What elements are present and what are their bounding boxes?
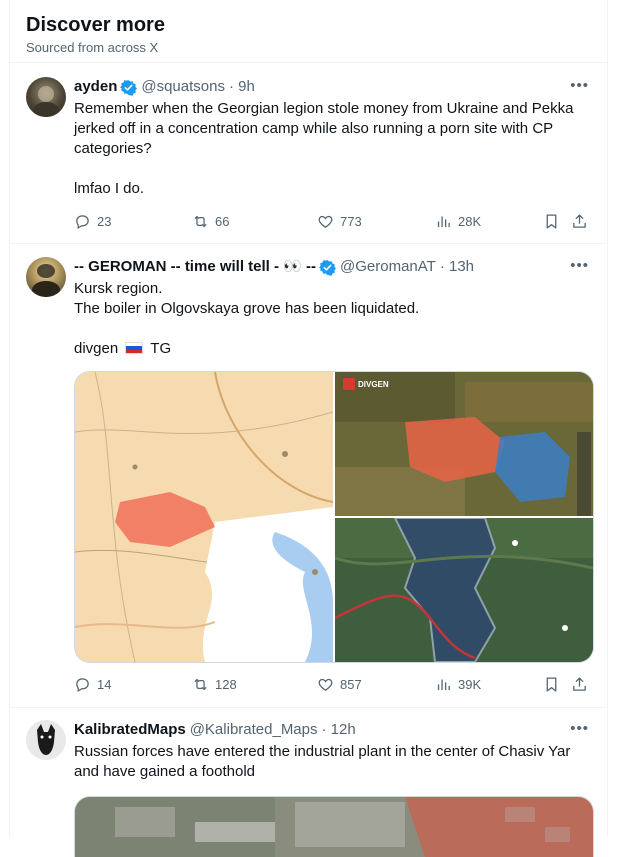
satellite-graphic bbox=[335, 372, 593, 516]
reply-icon bbox=[76, 678, 89, 693]
post-text-line: divgen TG bbox=[74, 339, 589, 359]
section-subtitle: Sourced from across X bbox=[26, 40, 159, 55]
views-icon bbox=[437, 679, 450, 691]
discover-more-header: Discover more Sourced from across X bbox=[26, 13, 165, 55]
satellite-image-frontline[interactable] bbox=[334, 517, 593, 662]
divgen-logo-text: DIVGEN bbox=[358, 379, 389, 389]
post-ayden[interactable]: ayden @squatsons · 9h ••• Remember when … bbox=[10, 63, 607, 243]
bookmark-button[interactable] bbox=[543, 676, 566, 693]
section-title: Discover more bbox=[26, 14, 165, 36]
post-text: Remember when the Georgian legion stole … bbox=[74, 100, 574, 197]
bookmark-icon bbox=[546, 677, 557, 692]
author-handle[interactable]: @Kalibrated_Maps bbox=[190, 720, 318, 740]
map-graphic bbox=[75, 372, 334, 662]
russia-flag-icon bbox=[125, 342, 144, 354]
author-handle[interactable]: @GeromanAT bbox=[340, 257, 436, 277]
reply-count: 23 bbox=[97, 214, 112, 229]
more-icon[interactable]: ••• bbox=[570, 720, 589, 737]
views-count: 39K bbox=[458, 677, 482, 692]
author-name[interactable]: -- GEROMAN -- time will tell - 👀 -- bbox=[74, 257, 316, 277]
reply-button[interactable]: 23 bbox=[74, 213, 111, 230]
reply-button[interactable]: 14 bbox=[74, 676, 111, 693]
repost-button[interactable]: 66 bbox=[192, 213, 229, 230]
post-text-line: Kursk region. bbox=[74, 280, 163, 297]
divgen-logo: DIVGEN bbox=[343, 378, 389, 390]
author-handle[interactable]: @squatsons bbox=[141, 77, 225, 97]
post-text: Kursk region. The boiler in Olgovskaya g… bbox=[74, 279, 589, 359]
views-button[interactable]: 28K bbox=[435, 213, 481, 230]
divgen-logo-icon bbox=[343, 378, 355, 390]
text-suffix: TG bbox=[150, 340, 172, 357]
post-kalibratedmaps[interactable]: KalibratedMaps @Kalibrated_Maps · 12h ••… bbox=[10, 708, 607, 857]
repost-icon bbox=[194, 215, 207, 228]
post-time[interactable]: · 13h bbox=[440, 257, 474, 277]
post-text-line: The boiler in Olgovskaya grove has been … bbox=[74, 300, 420, 317]
more-icon[interactable]: ••• bbox=[570, 77, 589, 94]
post-meta: KalibratedMaps @Kalibrated_Maps · 12h bbox=[74, 720, 589, 740]
post-actions: 14 128 857 39K bbox=[74, 676, 589, 696]
post-actions: 23 66 773 28K bbox=[74, 213, 589, 233]
author-name[interactable]: ayden bbox=[74, 77, 117, 97]
frontline-graphic bbox=[334, 517, 593, 662]
bookmark-button[interactable] bbox=[543, 213, 566, 230]
media-image[interactable] bbox=[74, 796, 594, 857]
more-icon[interactable]: ••• bbox=[570, 257, 589, 274]
verified-badge-icon bbox=[319, 259, 336, 276]
avatar-image bbox=[33, 86, 59, 117]
views-icon bbox=[437, 216, 450, 228]
reply-icon bbox=[76, 215, 89, 230]
avatar[interactable] bbox=[26, 77, 66, 117]
post-meta: -- GEROMAN -- time will tell - 👀 -- @Ger… bbox=[74, 257, 589, 277]
like-icon bbox=[318, 215, 333, 228]
post-geroman[interactable]: -- GEROMAN -- time will tell - 👀 -- @Ger… bbox=[10, 244, 607, 707]
avatar-image bbox=[37, 724, 55, 755]
post-meta: ayden @squatsons · 9h bbox=[74, 77, 589, 97]
repost-count: 66 bbox=[215, 214, 230, 229]
timeline-right-border bbox=[607, 0, 608, 836]
verified-badge-icon bbox=[120, 79, 138, 96]
like-icon bbox=[318, 678, 333, 691]
author-name[interactable]: KalibratedMaps bbox=[74, 720, 186, 740]
avatar-image bbox=[32, 264, 60, 297]
post-text: Russian forces have entered the industri… bbox=[74, 743, 571, 780]
satellite-image-chasiv-yar bbox=[75, 797, 593, 857]
bookmark-icon bbox=[546, 214, 557, 229]
map-image-kursk[interactable] bbox=[75, 372, 334, 662]
share-icon bbox=[573, 214, 586, 228]
share-button[interactable] bbox=[571, 213, 594, 230]
post-time[interactable]: · 9h bbox=[229, 77, 255, 97]
like-button[interactable]: 857 bbox=[317, 676, 362, 693]
repost-icon bbox=[194, 678, 207, 691]
repost-button[interactable]: 128 bbox=[192, 676, 237, 693]
like-count: 773 bbox=[340, 214, 362, 229]
satellite-image-divgen[interactable]: DIVGEN bbox=[335, 372, 593, 516]
like-button[interactable]: 773 bbox=[317, 213, 362, 230]
reply-count: 14 bbox=[97, 677, 112, 692]
share-icon bbox=[573, 677, 586, 691]
text-prefix: divgen bbox=[74, 340, 119, 357]
avatar[interactable] bbox=[26, 257, 66, 297]
post-time[interactable]: · 12h bbox=[322, 720, 356, 740]
avatar[interactable] bbox=[26, 720, 66, 760]
share-button[interactable] bbox=[571, 676, 594, 693]
like-count: 857 bbox=[340, 677, 362, 692]
views-button[interactable]: 39K bbox=[435, 676, 481, 693]
views-count: 28K bbox=[458, 214, 482, 229]
repost-count: 128 bbox=[215, 677, 237, 692]
media-grid[interactable]: DIVGEN bbox=[74, 371, 594, 663]
